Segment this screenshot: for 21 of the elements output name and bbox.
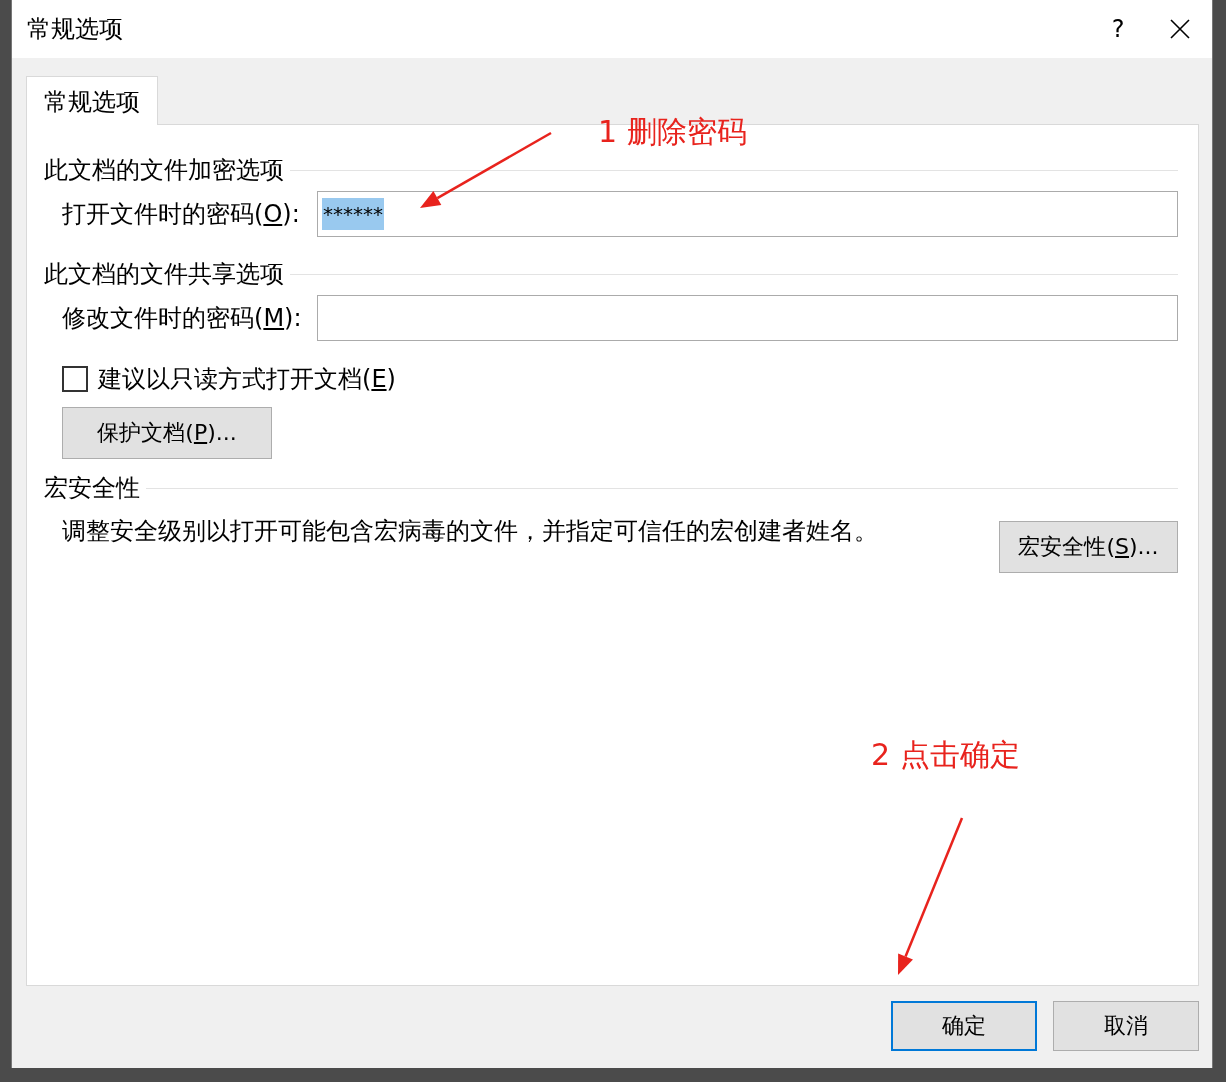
tab[interactable]: 常规选项 (26, 76, 158, 125)
cancel-button[interactable]: 取消 (1053, 1001, 1199, 1051)
close-icon[interactable] (1170, 19, 1190, 39)
help-button[interactable]: ? (1088, 15, 1148, 43)
protect-document-button[interactable]: 保护文档(P)... (62, 407, 272, 459)
window-title: 常规选项 (27, 14, 124, 45)
annotation-text: 1 删除密码 (598, 113, 747, 151)
password-value: ****** (322, 198, 384, 230)
password-field[interactable] (317, 295, 1178, 341)
annotation-text: 2 点击确定 (871, 736, 1020, 774)
ok-button[interactable]: 确定 (891, 1001, 1037, 1051)
description-text: 调整安全级别以打开可能包含宏病毒的文件，并指定可信任的宏创建者姓名。 (62, 516, 879, 547)
group-heading: 此文档的文件加密选项 (44, 155, 284, 186)
field-label: 修改文件时的密码(M): (62, 303, 303, 334)
field-label: 打开文件时的密码(O): (62, 199, 301, 230)
checkbox[interactable] (62, 366, 88, 392)
group-heading: 宏安全性 (44, 473, 140, 504)
macro-security-button[interactable]: 宏安全性(S)... (999, 521, 1178, 573)
checkbox-label[interactable]: 建议以只读方式打开文档(E) (98, 363, 396, 395)
password-field[interactable]: ****** (317, 191, 1178, 237)
group-heading: 此文档的文件共享选项 (44, 259, 284, 290)
